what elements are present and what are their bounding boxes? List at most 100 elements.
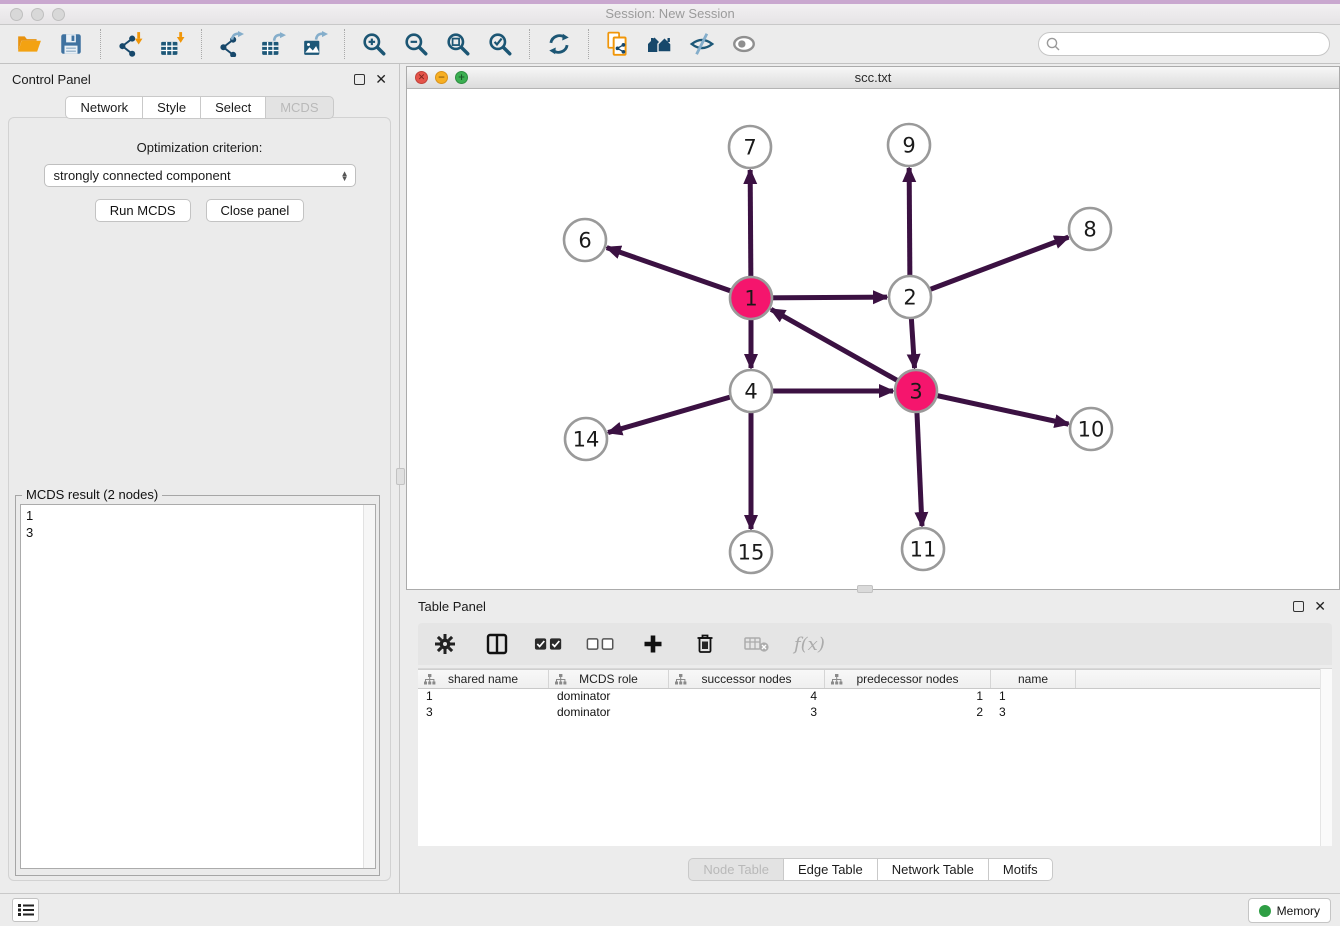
export-image-icon[interactable] <box>300 29 330 59</box>
cell-predecessor-nodes[interactable]: 1 <box>825 689 991 705</box>
search-input[interactable] <box>1061 35 1329 53</box>
tab-edge-table[interactable]: Edge Table <box>783 858 877 881</box>
table-toolbar: f(x) <box>418 623 1332 665</box>
zoom-in-icon[interactable] <box>359 29 389 59</box>
edge-2-8[interactable] <box>910 237 1068 297</box>
delete-table-icon[interactable] <box>742 629 772 659</box>
tab-node-table[interactable]: Node Table <box>688 858 783 881</box>
cell-name[interactable]: 1 <box>991 689 1076 705</box>
graph-node-11[interactable]: 11 <box>902 528 944 570</box>
cell-successor-nodes[interactable]: 4 <box>669 689 825 705</box>
tab-network-table[interactable]: Network Table <box>877 858 988 881</box>
memory-button[interactable]: Memory <box>1248 898 1331 923</box>
graph-node-3[interactable]: 3 <box>895 370 937 412</box>
svg-text:6: 6 <box>578 229 591 253</box>
create-column-plus-icon[interactable] <box>638 629 668 659</box>
column-header-MCDS-role[interactable]: MCDS role <box>549 670 669 688</box>
refresh-view-icon[interactable] <box>544 29 574 59</box>
select-all-rows-icon[interactable] <box>534 629 564 659</box>
table-row[interactable]: 3dominator323 <box>418 705 1332 721</box>
tab-select[interactable]: Select <box>200 96 265 119</box>
tab-network[interactable]: Network <box>65 96 142 119</box>
cell-successor-nodes[interactable]: 3 <box>669 705 825 721</box>
column-header-successor-nodes[interactable]: successor nodes <box>669 670 825 688</box>
close-table-panel-icon[interactable]: ✕ <box>1314 601 1326 612</box>
run-mcds-button[interactable]: Run MCDS <box>95 199 191 222</box>
export-table-icon[interactable] <box>258 29 288 59</box>
open-session-icon[interactable] <box>14 29 44 59</box>
cell-name[interactable]: 3 <box>991 705 1076 721</box>
network-window-titlebar[interactable]: ✕ − + scc.txt <box>407 67 1339 89</box>
edge-3-10[interactable] <box>916 391 1069 424</box>
zoom-selected-icon[interactable] <box>485 29 515 59</box>
export-network-icon[interactable] <box>216 29 246 59</box>
graph-node-14[interactable]: 14 <box>565 418 607 460</box>
delete-column-trash-icon[interactable] <box>690 629 720 659</box>
close-panel-button[interactable]: Close panel <box>206 199 305 222</box>
column-header-shared-name[interactable]: shared name <box>418 670 549 688</box>
clone-network-icon[interactable] <box>603 29 633 59</box>
tab-mcds[interactable]: MCDS <box>265 96 333 119</box>
tab-motifs[interactable]: Motifs <box>988 858 1053 881</box>
zoom-fit-icon[interactable] <box>443 29 473 59</box>
import-network-icon[interactable] <box>115 29 145 59</box>
mcds-result-group: MCDS result (2 nodes) 1 3 <box>15 495 380 876</box>
graph-node-1[interactable]: 1 <box>730 277 772 319</box>
graph-node-15[interactable]: 15 <box>730 531 772 573</box>
hide-selected-icon[interactable] <box>687 29 717 59</box>
svg-text:7: 7 <box>743 136 756 160</box>
show-all-networks-icon[interactable] <box>645 29 675 59</box>
svg-text:9: 9 <box>902 134 915 158</box>
table-panel-title: Table Panel <box>418 599 1293 614</box>
close-panel-icon[interactable]: ✕ <box>375 74 387 85</box>
import-table-icon[interactable] <box>157 29 187 59</box>
mcds-tab-content: Optimization criterion: strongly connect… <box>8 117 391 881</box>
network-graph[interactable]: 7 9 6 8 1 2 4 3 14 10 15 11 <box>407 89 1339 590</box>
edge-1-6[interactable] <box>607 248 751 298</box>
svg-text:10: 10 <box>1078 418 1105 442</box>
vertical-splitter-handle[interactable] <box>396 468 405 485</box>
float-table-panel-icon[interactable] <box>1293 601 1304 612</box>
save-session-icon[interactable] <box>56 29 86 59</box>
tab-style[interactable]: Style <box>142 96 200 119</box>
show-graphics-details-icon[interactable] <box>729 29 759 59</box>
table-scrollbar[interactable] <box>1320 669 1332 846</box>
control-panel-title: Control Panel <box>12 72 354 87</box>
float-panel-icon[interactable] <box>354 74 365 85</box>
svg-text:11: 11 <box>910 538 937 562</box>
graph-node-10[interactable]: 10 <box>1070 408 1112 450</box>
horizontal-splitter-handle[interactable] <box>857 585 873 593</box>
cell-MCDS-role[interactable]: dominator <box>549 705 669 721</box>
deselect-all-rows-icon[interactable] <box>586 629 616 659</box>
svg-text:1: 1 <box>744 287 757 311</box>
graph-node-4[interactable]: 4 <box>730 370 772 412</box>
graph-node-2[interactable]: 2 <box>889 276 931 318</box>
svg-text:8: 8 <box>1083 218 1096 242</box>
edge-3-1[interactable] <box>771 309 916 391</box>
zoom-out-icon[interactable] <box>401 29 431 59</box>
cell-shared-name[interactable]: 1 <box>418 689 549 705</box>
column-header-name[interactable]: name <box>991 670 1076 688</box>
graph-node-8[interactable]: 8 <box>1069 208 1111 250</box>
network-canvas[interactable]: 7 9 6 8 1 2 4 3 14 10 15 11 <box>407 89 1339 589</box>
list-icon <box>17 902 35 918</box>
column-header-predecessor-nodes[interactable]: predecessor nodes <box>825 670 991 688</box>
function-builder-icon[interactable]: f(x) <box>794 634 825 655</box>
cell-predecessor-nodes[interactable]: 2 <box>825 705 991 721</box>
cell-shared-name[interactable]: 3 <box>418 705 549 721</box>
mcds-result-area[interactable]: 1 3 <box>20 504 376 869</box>
result-scrollbar[interactable] <box>363 505 375 868</box>
table-row[interactable]: 1dominator411 <box>418 689 1332 705</box>
edge-4-14[interactable] <box>608 391 751 433</box>
graph-node-7[interactable]: 7 <box>729 126 771 168</box>
table-body: 1dominator4113dominator323 <box>418 689 1332 721</box>
show-column-panel-icon[interactable] <box>482 629 512 659</box>
search-field[interactable] <box>1038 32 1330 56</box>
graph-node-6[interactable]: 6 <box>564 219 606 261</box>
cell-MCDS-role[interactable]: dominator <box>549 689 669 705</box>
table-settings-gear-icon[interactable] <box>430 629 460 659</box>
graph-node-9[interactable]: 9 <box>888 124 930 166</box>
optimization-criterion-select[interactable]: strongly connected component ▲▼ <box>44 164 356 187</box>
node-table[interactable]: shared nameMCDS rolesuccessor nodesprede… <box>418 668 1332 846</box>
task-history-button[interactable] <box>12 898 39 922</box>
